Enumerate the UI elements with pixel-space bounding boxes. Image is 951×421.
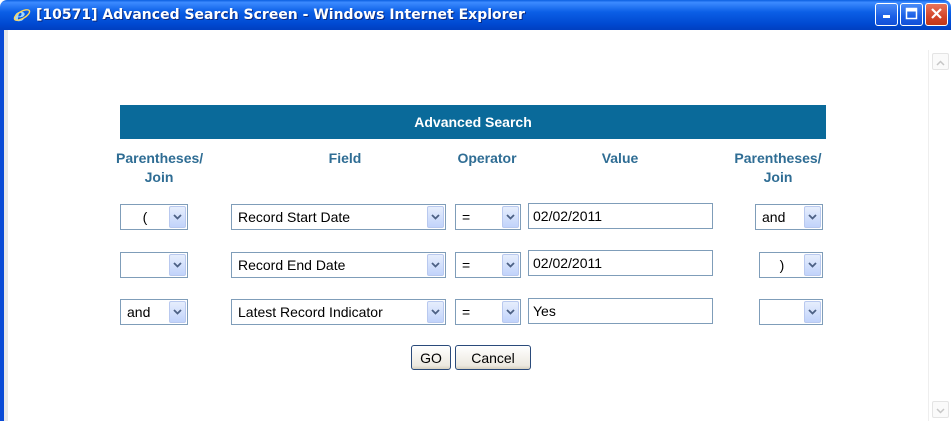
row1-right-join-select[interactable]: and: [755, 204, 823, 230]
minimize-icon: [881, 7, 893, 22]
scroll-up-button[interactable]: [932, 53, 949, 70]
column-header-parentheses-right: Parentheses/ Join: [734, 150, 822, 185]
select-value: =: [462, 257, 471, 273]
select-value: and: [127, 304, 151, 320]
scroll-down-icon: [936, 402, 945, 417]
chevron-down-icon: [169, 206, 186, 228]
chevron-down-icon: [804, 254, 821, 276]
row2-field-select[interactable]: Record End Date: [231, 252, 446, 278]
row1-field-select[interactable]: Record Start Date: [231, 204, 446, 230]
advanced-search-header: Advanced Search: [120, 105, 826, 139]
window-title: [10571] Advanced Search Screen - Windows…: [36, 7, 525, 23]
row3-left-join-select[interactable]: and: [120, 299, 188, 325]
chevron-down-icon: [427, 301, 444, 323]
cancel-button[interactable]: Cancel: [455, 345, 531, 370]
row3-value-input[interactable]: Yes: [528, 298, 713, 324]
minimize-button[interactable]: [875, 3, 898, 26]
window-frame: [0, 30, 8, 421]
select-value: =: [462, 304, 471, 320]
column-header-field: Field: [328, 150, 362, 166]
chevron-down-icon: [427, 206, 444, 228]
select-value: (: [142, 209, 148, 225]
select-value: =: [462, 209, 471, 225]
chevron-down-icon: [502, 301, 519, 323]
select-value: Latest Record Indicator: [238, 304, 383, 320]
chevron-down-icon: [502, 254, 519, 276]
column-header-value: Value: [601, 150, 639, 166]
close-icon: [930, 7, 943, 23]
chevron-down-icon: [169, 301, 186, 323]
window-titlebar[interactable]: e [10571] Advanced Search Screen - Windo…: [0, 0, 951, 30]
row2-left-paren-select[interactable]: [120, 252, 188, 278]
select-value: and: [762, 209, 786, 225]
row3-right-paren-select[interactable]: [759, 299, 823, 325]
row3-operator-select[interactable]: =: [455, 299, 521, 325]
row1-value-input[interactable]: 02/02/2011: [528, 203, 713, 229]
select-value: Record Start Date: [238, 209, 351, 225]
maximize-icon: [905, 7, 918, 23]
row2-value-input[interactable]: 02/02/2011: [528, 250, 713, 276]
chevron-down-icon: [427, 254, 444, 276]
row2-right-paren-select[interactable]: ): [759, 252, 823, 278]
scroll-down-button[interactable]: [932, 401, 949, 418]
select-value: Record End Date: [238, 257, 346, 273]
column-header-operator: Operator: [457, 150, 517, 166]
close-button[interactable]: [925, 3, 948, 26]
go-button[interactable]: GO: [411, 345, 451, 370]
select-value: ): [779, 257, 785, 273]
scroll-up-icon: [936, 54, 945, 69]
row3-field-select[interactable]: Latest Record Indicator: [231, 299, 446, 325]
column-header-parentheses-left: Parentheses/ Join: [116, 150, 204, 185]
maximize-button[interactable]: [900, 3, 923, 26]
vertical-scrollbar[interactable]: [928, 50, 951, 421]
row1-operator-select[interactable]: =: [455, 204, 521, 230]
row1-left-paren-select[interactable]: (: [120, 204, 188, 230]
chevron-down-icon: [804, 301, 821, 323]
chevron-down-icon: [502, 206, 519, 228]
ie-icon: e: [12, 5, 32, 25]
chevron-down-icon: [169, 254, 186, 276]
panel-title: Advanced Search: [414, 114, 532, 130]
chevron-down-icon: [804, 206, 821, 228]
row2-operator-select[interactable]: =: [455, 252, 521, 278]
